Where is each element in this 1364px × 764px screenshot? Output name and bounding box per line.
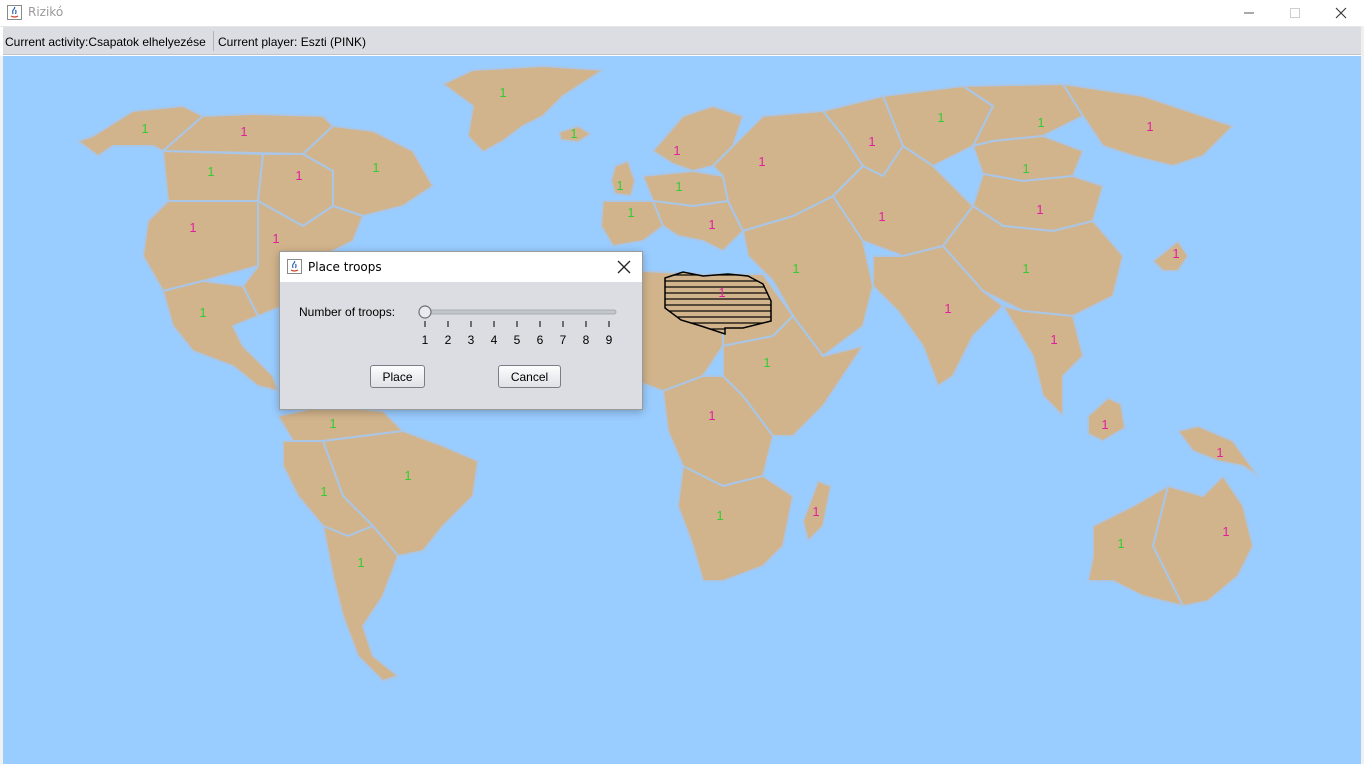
- troop-count-afghanistan: 1: [878, 209, 885, 224]
- slider-tick-label: 9: [606, 333, 613, 347]
- title-bar: Rizikó: [0, 0, 1364, 27]
- maximize-button[interactable]: [1272, 0, 1318, 26]
- troop-count-northwest-territory: 1: [240, 124, 247, 139]
- troop-count-indonesia: 1: [1101, 417, 1108, 432]
- java-app-icon: [287, 259, 302, 274]
- place-troops-dialog: Place troops Number of troops: 1 2 3 4 5 6 7 8 9…: [279, 251, 643, 410]
- troop-count-siberia: 1: [937, 110, 944, 125]
- troop-count-western-us: 1: [189, 220, 196, 235]
- troop-count-scandinavia: 1: [673, 143, 680, 158]
- troop-count-yakutsk: 1: [1037, 115, 1044, 130]
- minimize-button[interactable]: [1226, 0, 1272, 26]
- slider-track[interactable]: [421, 309, 617, 315]
- current-activity-label: Current activity:Csapatok elhelyezése: [5, 35, 206, 49]
- troop-count-argentina: 1: [357, 555, 364, 570]
- troop-count-venezuela: 1: [329, 416, 336, 431]
- slider-tick-label: 8: [583, 333, 590, 347]
- troop-count-iceland: 1: [570, 126, 577, 141]
- dialog-title: Place troops: [308, 260, 382, 274]
- troop-count-south-africa: 1: [716, 508, 723, 523]
- slider-tick-label: 7: [560, 333, 567, 347]
- app-window: Rizikó Current activity:Csapatok elhelye…: [0, 0, 1364, 764]
- troop-count-great-britain: 1: [616, 178, 623, 193]
- troop-count-western-australia: 1: [1117, 536, 1124, 551]
- slider-tick-label: 5: [514, 333, 521, 347]
- territory-argentina[interactable]: [322, 525, 399, 682]
- territory-south-africa[interactable]: [677, 465, 794, 582]
- slider-tick-label: 1: [422, 333, 429, 347]
- troop-count-alberta: 1: [207, 164, 214, 179]
- slider-tick-label: 4: [491, 333, 498, 347]
- troop-count-madagascar: 1: [812, 504, 819, 519]
- java-app-icon: [7, 5, 22, 20]
- slider-tick-label: 2: [445, 333, 452, 347]
- dialog-close-icon[interactable]: [615, 258, 633, 276]
- troop-count-new-guinea: 1: [1216, 445, 1223, 460]
- troop-count-siam: 1: [1050, 332, 1057, 347]
- troop-count-eastern-us: 1: [272, 231, 279, 246]
- troop-count-slider[interactable]: 1 2 3 4 5 6 7 8 9: [418, 302, 618, 352]
- troop-count-north-africa: 1: [718, 285, 725, 300]
- troop-count-japan: 1: [1172, 246, 1179, 261]
- troop-count-southern-europe: 1: [708, 217, 715, 232]
- slider-thumb[interactable]: [418, 305, 432, 319]
- close-button[interactable]: [1318, 0, 1364, 26]
- close-icon: [1335, 7, 1347, 19]
- window-title: Rizikó: [28, 5, 64, 19]
- troop-count-peru: 1: [320, 484, 327, 499]
- troop-count-mongolia: 1: [1036, 202, 1043, 217]
- troop-count-ural: 1: [868, 134, 875, 149]
- troop-count-irkutsk: 1: [1022, 161, 1029, 176]
- troop-count-quebec: 1: [372, 160, 379, 175]
- dialog-title-bar[interactable]: Place troops: [280, 252, 642, 282]
- troop-count-western-europe: 1: [627, 205, 634, 220]
- troop-count-central-america: 1: [199, 305, 206, 320]
- troop-count-ukraine: 1: [758, 154, 765, 169]
- slider-tick-label: 6: [537, 333, 544, 347]
- number-of-troops-label: Number of troops:: [299, 305, 396, 319]
- status-bar: Current activity:Csapatok elhelyezése Cu…: [3, 27, 1361, 55]
- current-player-label: Current player: Eszti (PINK): [218, 35, 367, 49]
- troop-count-ontario: 1: [295, 168, 302, 183]
- world-map-canvas[interactable]: 1 1 1 1 1 1 1 1 1 1 1 1 1 1 1 1 1 1 1 1: [3, 56, 1361, 764]
- troop-count-kamchatka: 1: [1146, 119, 1153, 134]
- world-map[interactable]: 1 1 1 1 1 1 1 1 1 1 1 1 1 1 1 1 1 1 1 1: [3, 56, 1361, 764]
- slider-ticks: 1 2 3 4 5 6 7 8 9: [422, 321, 613, 347]
- troop-count-india: 1: [944, 301, 951, 316]
- maximize-icon: [1290, 8, 1300, 18]
- troop-count-brazil: 1: [404, 468, 411, 483]
- troop-count-middle-east: 1: [792, 261, 799, 276]
- troop-count-china: 1: [1022, 261, 1029, 276]
- troop-count-northern-europe: 1: [675, 179, 682, 194]
- troop-count-eastern-australia: 1: [1222, 524, 1229, 539]
- minimize-icon: [1244, 12, 1254, 14]
- troop-count-greenland: 1: [499, 85, 506, 100]
- status-separator: [213, 31, 214, 51]
- troop-count-egypt: 1: [763, 355, 770, 370]
- cancel-button[interactable]: Cancel: [498, 365, 561, 388]
- territory-japan[interactable]: [1152, 240, 1189, 272]
- place-button[interactable]: Place: [370, 365, 425, 388]
- territory-southern-europe[interactable]: [652, 200, 744, 252]
- territory-western-us[interactable]: [142, 200, 259, 292]
- slider-tick-label: 3: [468, 333, 475, 347]
- territory-siam[interactable]: [1002, 305, 1084, 417]
- troop-count-alaska: 1: [141, 121, 148, 136]
- troop-count-congo: 1: [708, 408, 715, 423]
